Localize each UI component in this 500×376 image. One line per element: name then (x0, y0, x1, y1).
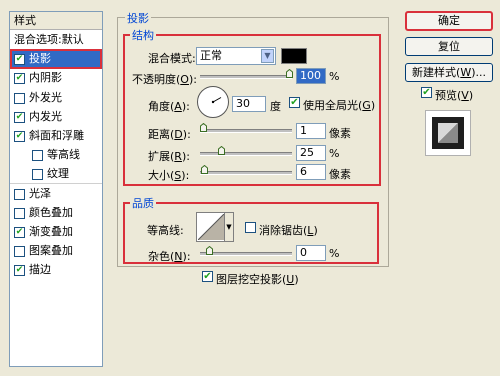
opacity-slider-track[interactable] (200, 75, 292, 79)
noise-slider-track[interactable] (200, 252, 292, 256)
chevron-down-icon: ▼ (261, 49, 274, 63)
noise-unit: % (329, 247, 340, 260)
preview-thumbnail (425, 110, 471, 156)
style-item-checkbox[interactable] (14, 207, 25, 219)
angle-dial[interactable] (196, 85, 230, 119)
size-label: 大小(S): (148, 169, 190, 182)
distance-slider-track[interactable] (200, 129, 292, 133)
distance-label: 距离(D): (148, 128, 191, 141)
style-item[interactable]: ✔ 描边 (10, 261, 102, 279)
spread-input[interactable]: 25 (296, 145, 326, 161)
style-item-label: 光泽 (29, 186, 51, 200)
style-item[interactable]: 纹理 (10, 165, 102, 183)
style-item-label: 颜色叠加 (29, 205, 73, 219)
style-item-checkbox[interactable] (14, 246, 25, 258)
size-input[interactable]: 6 (296, 164, 326, 180)
quality-title: 品质 (130, 195, 156, 211)
preview-label: 预览(V) (435, 89, 474, 102)
style-item-label: 混合选项:默认 (14, 33, 84, 46)
style-item-checkbox[interactable]: ✔ (14, 73, 25, 85)
opacity-slider-thumb[interactable] (286, 69, 293, 78)
style-item-label: 描边 (29, 263, 51, 277)
style-item[interactable]: 混合选项:默认 (10, 31, 102, 49)
style-item[interactable]: ✔ 内发光 (10, 108, 102, 126)
anti-alias-label: 消除锯齿(L) (259, 224, 318, 237)
noise-slider-thumb[interactable] (206, 246, 213, 255)
styles-list: 样式 混合选项:默认 ✔ 投影 ✔ 内阴影 外发光 ✔ 内发光 ✔ 斜面和浮雕 等高线 纹理 光泽 颜色叠… (9, 11, 103, 367)
noise-label: 杂色(N): (148, 250, 191, 263)
style-item-checkbox[interactable] (14, 92, 25, 104)
anti-alias-checkbox[interactable] (245, 222, 256, 233)
contour-chevron-down-icon: ▼ (224, 213, 233, 241)
size-slider-track[interactable] (200, 171, 292, 175)
spread-slider-thumb[interactable] (218, 146, 225, 155)
distance-input[interactable]: 1 (296, 123, 326, 139)
style-item[interactable]: ✔ 渐变叠加 (10, 223, 102, 241)
style-item-checkbox[interactable]: ✔ (14, 111, 25, 123)
distance-slider-thumb[interactable] (200, 123, 207, 132)
style-item-label: 等高线 (47, 148, 80, 162)
size-unit: 像素 (329, 168, 351, 181)
style-item[interactable]: 颜色叠加 (10, 204, 102, 222)
knockout-label: 图层挖空投影(U) (216, 273, 299, 286)
style-item[interactable]: 光泽 (10, 185, 102, 203)
opacity-input[interactable]: 100 (296, 68, 326, 84)
angle-unit: 度 (270, 100, 281, 113)
style-item-label: 纹理 (47, 167, 69, 181)
style-item[interactable]: ✔ 内阴影 (10, 69, 102, 87)
style-item-checkbox[interactable]: ✔ (14, 265, 25, 277)
size-slider-thumb[interactable] (201, 165, 208, 174)
distance-unit: 像素 (329, 127, 351, 140)
style-item-checkbox[interactable] (32, 169, 43, 181)
style-item-label: 图案叠加 (29, 244, 73, 258)
style-item-label: 内发光 (29, 109, 62, 123)
reset-button[interactable]: 复位 (405, 37, 493, 56)
shadow-color-swatch[interactable] (281, 48, 307, 64)
contour-linear-icon (198, 214, 224, 240)
blend-mode-label: 混合模式: (148, 52, 196, 65)
angle-label: 角度(A): (148, 100, 190, 113)
opacity-label: 不透明度(O): (132, 73, 197, 86)
angle-input[interactable]: 30 (232, 96, 266, 112)
spread-label: 扩展(R): (148, 150, 190, 163)
style-item-checkbox[interactable]: ✔ (14, 131, 25, 142)
style-item[interactable]: 外发光 (10, 89, 102, 107)
contour-label: 等高线: (147, 224, 184, 237)
styles-header: 样式 (10, 12, 102, 30)
style-item[interactable]: ✔ 斜面和浮雕 (10, 127, 102, 145)
use-global-light-label: 使用全局光(G) (303, 99, 376, 112)
style-item-checkbox[interactable] (32, 150, 43, 162)
style-item-label: 外发光 (29, 90, 62, 104)
knockout-checkbox[interactable]: ✔ (202, 271, 213, 282)
structure-title: 结构 (130, 27, 156, 43)
style-item-checkbox[interactable] (14, 188, 25, 200)
spread-unit: % (329, 147, 340, 160)
use-global-light-checkbox[interactable]: ✔ (289, 97, 300, 108)
new-style-button[interactable]: 新建样式(W)... (405, 63, 493, 82)
style-item-label: 斜面和浮雕 (29, 129, 84, 142)
style-item-label: 内阴影 (29, 71, 62, 85)
style-item[interactable]: 等高线 (10, 146, 102, 164)
style-item-checkbox[interactable]: ✔ (14, 227, 25, 238)
style-item-label: 渐变叠加 (29, 225, 73, 238)
opacity-unit: % (329, 70, 340, 83)
blend-mode-select[interactable]: 正常 ▼ (196, 47, 276, 65)
ok-button[interactable]: 确定 (405, 11, 493, 31)
blend-mode-value: 正常 (200, 49, 222, 62)
drop-shadow-title: 投影 (125, 10, 151, 26)
preview-checkbox[interactable]: ✔ (421, 87, 432, 98)
style-item[interactable]: 图案叠加 (10, 242, 102, 260)
selected-item-highlight (10, 49, 102, 70)
spread-slider-track[interactable] (200, 152, 292, 156)
noise-input[interactable]: 0 (296, 245, 326, 261)
contour-picker[interactable]: ▼ (196, 212, 234, 242)
preview-swatch-icon (432, 117, 464, 149)
